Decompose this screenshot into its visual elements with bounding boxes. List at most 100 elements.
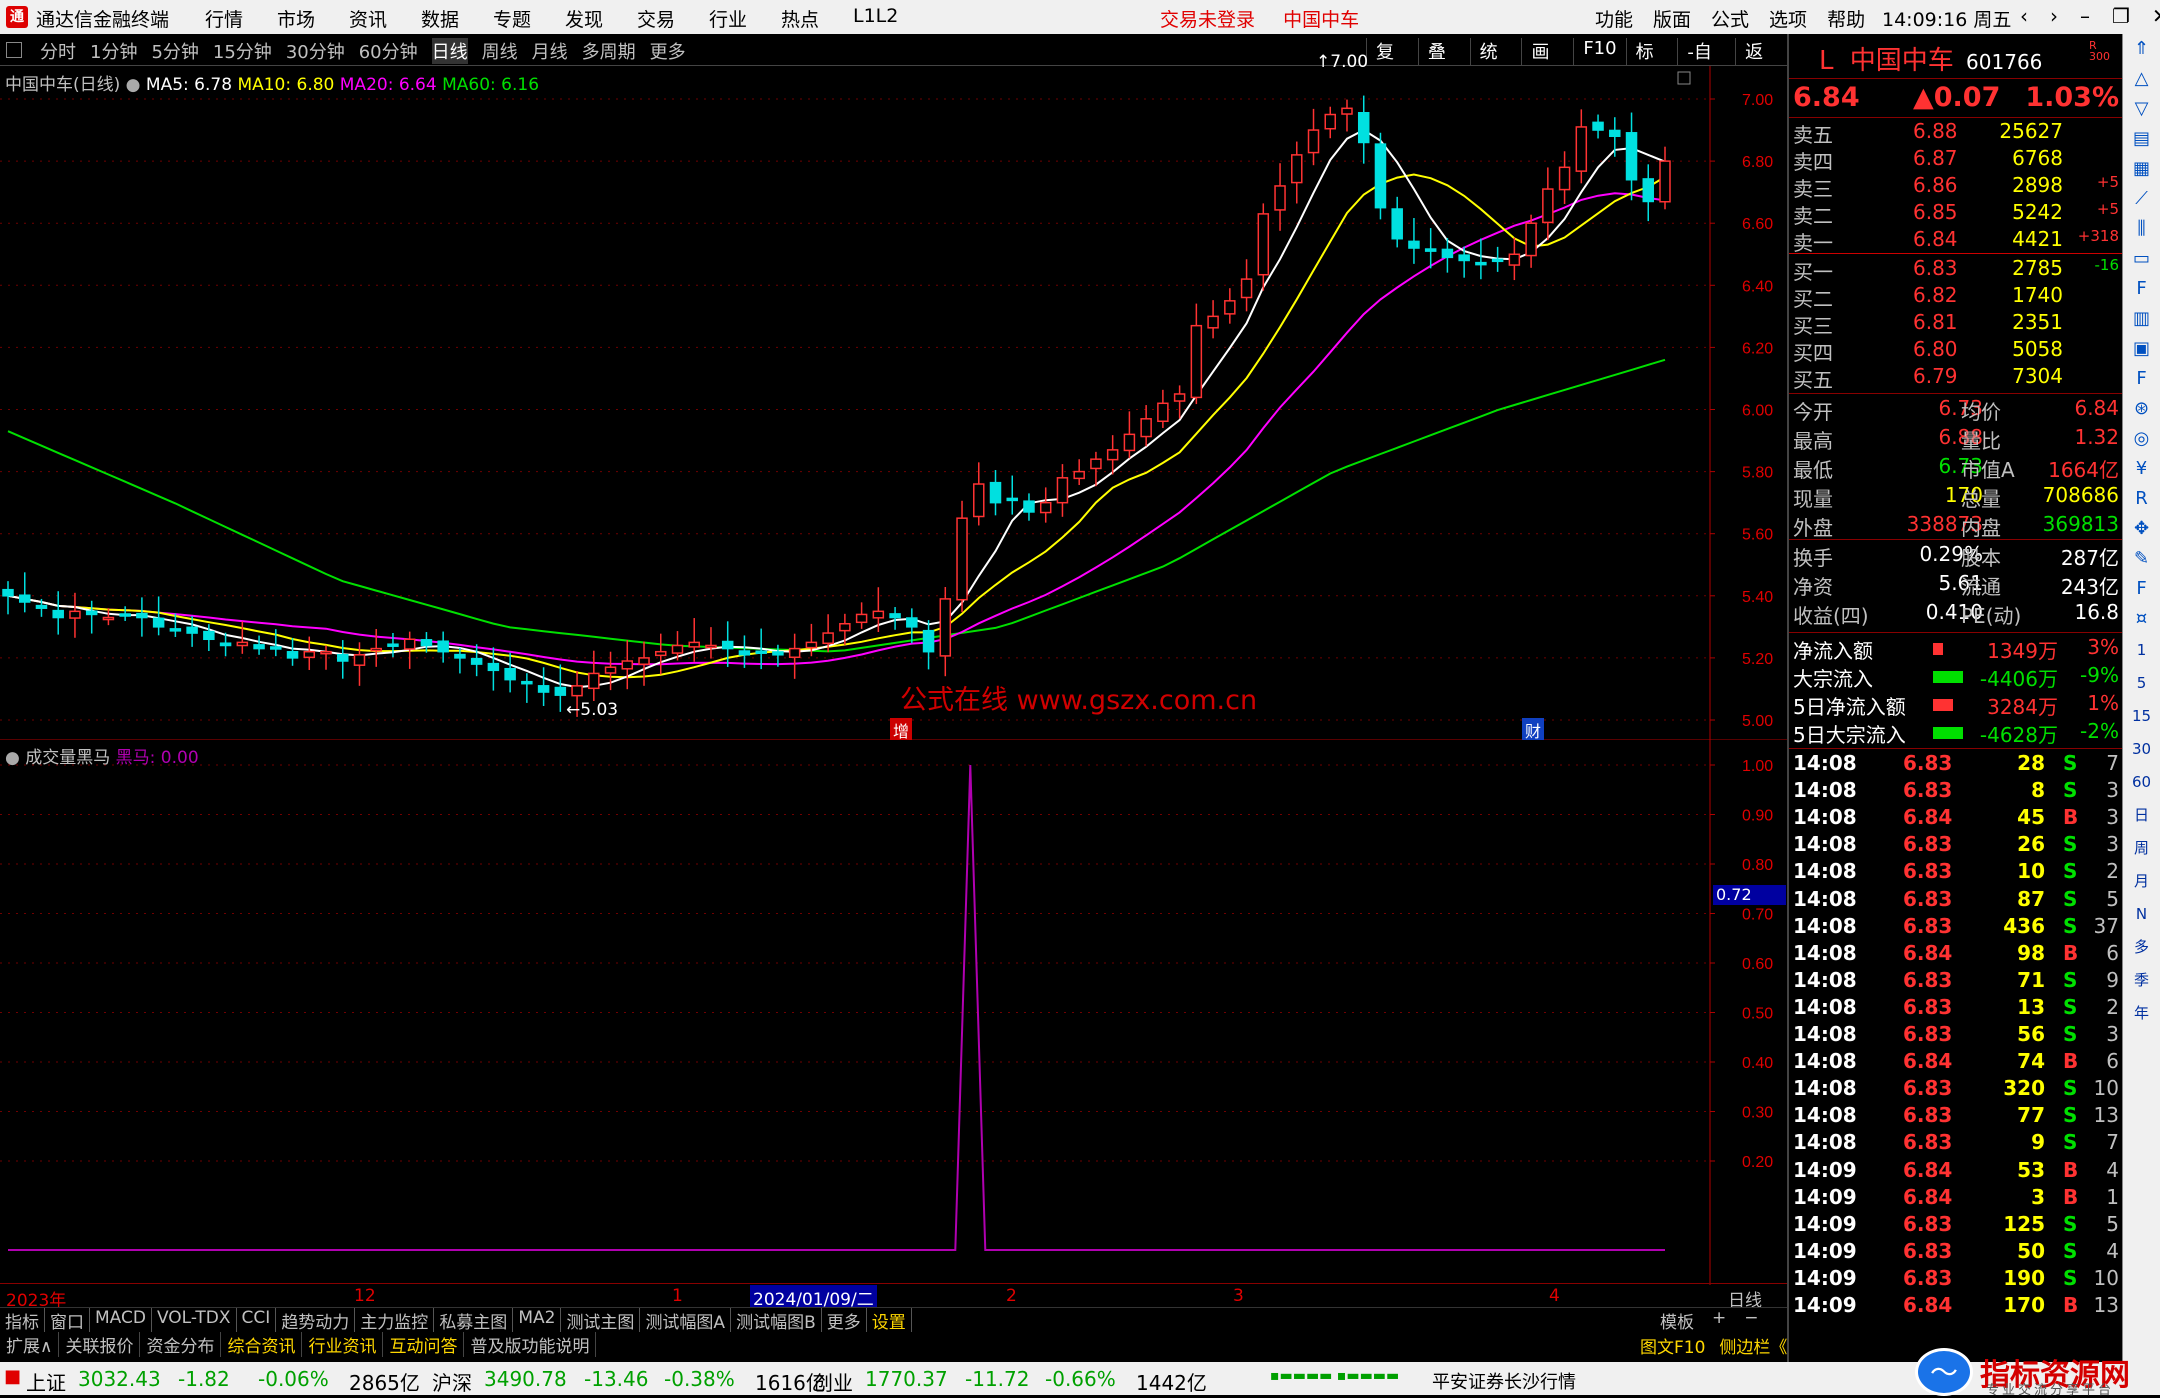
tick-row-20[interactable]: 14:09 6.84 170 B 13 — [1793, 1293, 2119, 1320]
menu-item-7[interactable]: 行业 — [709, 5, 781, 32]
tick-row-6[interactable]: 14:08 6.83 436 S 37 — [1793, 914, 2119, 941]
doc-icon[interactable]: ▣ — [2123, 334, 2160, 364]
indicator-tab-5[interactable]: 趋势动力 — [276, 1308, 356, 1333]
list-icon[interactable]: ▭ — [2123, 244, 2160, 274]
menu-item-8[interactable]: 热点 — [781, 5, 853, 32]
menu-item-4[interactable]: 专题 — [493, 5, 565, 32]
calc-icon[interactable]: ▥ — [2123, 304, 2160, 334]
tick-row-18[interactable]: 14:09 6.83 50 S 4 — [1793, 1239, 2119, 1266]
bid-row-0[interactable]: 买一 6.83 2785 -16 — [1793, 256, 2119, 284]
collapse-icon[interactable]: ● — [5, 748, 20, 768]
chart-icon[interactable]: ⟋ — [2123, 184, 2160, 214]
sidebar-period-9[interactable]: 多 — [2123, 931, 2160, 964]
up-icon[interactable]: △ — [2123, 64, 2160, 94]
indicator-tab-12[interactable]: 更多 — [822, 1308, 867, 1333]
sidebar-period-10[interactable]: 季 — [2123, 964, 2160, 997]
back-icon[interactable]: ‹ — [2020, 4, 2028, 28]
login-status[interactable]: 交易未登录 — [1160, 9, 1255, 31]
tick-row-2[interactable]: 14:08 6.84 45 B 3 — [1793, 805, 2119, 832]
tick-row-3[interactable]: 14:08 6.83 26 S 3 — [1793, 832, 2119, 859]
news-icon[interactable]: ▤ — [2123, 124, 2160, 154]
panel-control-0[interactable]: 图文F10 — [1640, 1333, 1705, 1358]
bid-row-1[interactable]: 买二 6.82 1740 — [1793, 283, 2119, 311]
period-tab-3[interactable]: 15分钟 — [213, 38, 272, 64]
extension-tab-4[interactable]: 行业资讯 — [302, 1332, 384, 1357]
menu-item-2[interactable]: 资讯 — [349, 5, 421, 32]
ask-row-2[interactable]: 卖三 6.86 2898 +5 — [1793, 173, 2119, 201]
menu-item-3[interactable]: 数据 — [421, 5, 493, 32]
bid-row-4[interactable]: 买五 6.79 7304 — [1793, 364, 2119, 392]
period-tab-6[interactable]: 日线 — [431, 38, 468, 64]
menu-item-9[interactable]: L1L2 — [853, 5, 925, 32]
event-marker-finance[interactable]: 财 — [1522, 718, 1545, 742]
tick-row-8[interactable]: 14:08 6.83 71 S 9 — [1793, 968, 2119, 995]
sidebar-period-0[interactable]: 1 — [2123, 634, 2160, 667]
right-menu-item-2[interactable]: 公式 — [1711, 5, 1749, 32]
restore-icon[interactable]: ❐ — [2112, 4, 2130, 28]
extension-tab-0[interactable]: 扩展∧ — [0, 1332, 60, 1357]
pen-icon[interactable]: ✎ — [2123, 544, 2160, 574]
sidebar-period-11[interactable]: 年 — [2123, 997, 2160, 1030]
tick-row-11[interactable]: 14:08 6.84 74 B 6 — [1793, 1049, 2119, 1076]
indicator-tab-8[interactable]: MA2 — [513, 1308, 562, 1332]
fs-icon[interactable]: F — [2123, 574, 2160, 604]
ask-row-4[interactable]: 卖一 6.84 4421 +318 — [1793, 227, 2119, 255]
period-tab-0[interactable]: 分时 — [40, 38, 76, 64]
ask-row-1[interactable]: 卖四 6.87 6768 — [1793, 146, 2119, 174]
f10-icon[interactable]: F — [2123, 274, 2160, 304]
right-menu-item-0[interactable]: 功能 — [1595, 5, 1633, 32]
sidebar-period-6[interactable]: 周 — [2123, 832, 2160, 865]
tick-row-19[interactable]: 14:09 6.83 190 S 10 — [1793, 1266, 2119, 1293]
right-menu-item-1[interactable]: 版面 — [1653, 5, 1691, 32]
sidebar-period-1[interactable]: 5 — [2123, 667, 2160, 700]
sidebar-period-7[interactable]: 月 — [2123, 865, 2160, 898]
globe-icon[interactable]: ◎ — [2123, 424, 2160, 454]
tick-row-12[interactable]: 14:08 6.83 320 S 10 — [1793, 1076, 2119, 1103]
indicator-tab-7[interactable]: 私募主图 — [434, 1308, 514, 1333]
indicator-tab-9[interactable]: 测试主图 — [561, 1308, 641, 1333]
indicator-tab-0[interactable]: 指标 — [0, 1308, 45, 1333]
period-tab-5[interactable]: 60分钟 — [359, 38, 418, 64]
sidebar-period-2[interactable]: 15 — [2123, 700, 2160, 733]
extension-tab-1[interactable]: 关联报价 — [59, 1332, 141, 1357]
indicator-tab-1[interactable]: 窗口 — [45, 1308, 90, 1333]
right-menu-item-4[interactable]: 帮助 — [1827, 5, 1865, 32]
sidebar-period-4[interactable]: 60 — [2123, 766, 2160, 799]
tick-row-1[interactable]: 14:08 6.83 8 S 3 — [1793, 778, 2119, 805]
index-name-1[interactable]: 沪深 — [432, 1367, 472, 1396]
rsi-icon[interactable]: R — [2123, 484, 2160, 514]
extension-tab-6[interactable]: 普及版功能说明 — [464, 1332, 597, 1357]
indicator-tab-11[interactable]: 测试幅图B — [731, 1308, 822, 1333]
f12-icon[interactable]: F — [2123, 364, 2160, 394]
period-tab-7[interactable]: 周线 — [482, 38, 518, 64]
fund-icon[interactable]: ¥ — [2123, 454, 2160, 484]
tick-row-16[interactable]: 14:09 6.84 3 B 1 — [1793, 1185, 2119, 1212]
layout-toggle-icon[interactable] — [6, 42, 22, 58]
right-menu-item-3[interactable]: 选项 — [1769, 5, 1807, 32]
tick-row-14[interactable]: 14:08 6.83 9 S 7 — [1793, 1130, 2119, 1157]
period-tab-2[interactable]: 5分钟 — [151, 38, 198, 64]
extension-tab-3[interactable]: 综合资讯 — [221, 1332, 303, 1357]
tick-row-7[interactable]: 14:08 6.84 98 B 6 — [1793, 941, 2119, 968]
sidebar-period-3[interactable]: 30 — [2123, 733, 2160, 766]
money-icon[interactable]: ⊛ — [2123, 394, 2160, 424]
panel-control-1[interactable]: 侧边栏《 — [1719, 1333, 1787, 1358]
bid-row-3[interactable]: 买四 6.80 5058 — [1793, 337, 2119, 365]
minimize-icon[interactable]: – — [2080, 4, 2090, 28]
extension-tab-2[interactable]: 资金分布 — [140, 1332, 222, 1357]
tick-row-17[interactable]: 14:09 6.83 125 S 5 — [1793, 1212, 2119, 1239]
move-icon[interactable]: ✥ — [2123, 514, 2160, 544]
kline-chart[interactable]: 7.00 6.80 6.60 6.40 6.20 6.00 5.80 5.60 5.40 5.20… — [0, 66, 1787, 741]
tick-row-0[interactable]: 14:08 6.83 28 S 7 — [1793, 751, 2119, 778]
menu-item-5[interactable]: 发现 — [565, 5, 637, 32]
tick-row-4[interactable]: 14:08 6.83 10 S 2 — [1793, 859, 2119, 886]
indicator-tab-6[interactable]: 主力监控 — [355, 1308, 435, 1333]
close-icon[interactable]: ✕ — [2152, 4, 2160, 28]
up-arrow-icon[interactable]: ⇑ — [2123, 34, 2160, 64]
indicator-tab-13[interactable]: 设置 — [867, 1308, 912, 1333]
extension-tab-5[interactable]: 互动问答 — [383, 1332, 465, 1357]
template-control-1[interactable]: + — [1712, 1308, 1726, 1333]
period-tab-1[interactable]: 1分钟 — [90, 38, 137, 64]
menu-item-6[interactable]: 交易 — [637, 5, 709, 32]
indicator-chart[interactable]: 1.00 0.90 0.80 0.70 0.60 0.50 0.40 0.30 0.20 — [0, 740, 1787, 1285]
